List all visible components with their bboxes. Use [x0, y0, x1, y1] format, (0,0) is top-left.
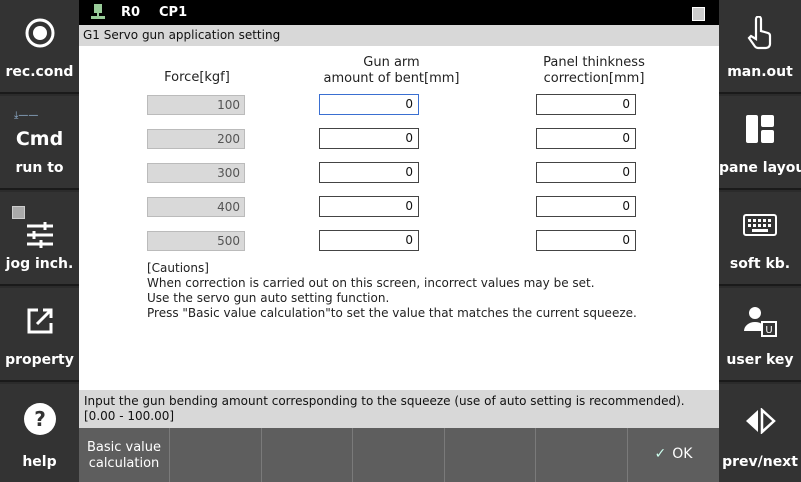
prev-next-label: prev/next: [722, 454, 798, 470]
panel-input-3[interactable]: 0: [536, 162, 636, 183]
keyboard-icon: [719, 208, 801, 242]
property-button[interactable]: property: [0, 288, 79, 382]
panel-header-line2: correction[mm]: [543, 71, 645, 86]
force-value-200: 200: [147, 129, 245, 149]
main-panel: R0 CP1 G1 Servo gun application setting …: [79, 0, 719, 482]
run-to-label: run to: [15, 160, 64, 176]
program-name: CP1: [159, 5, 188, 20]
cautions-heading: [Cautions]: [147, 261, 209, 275]
function-key-bar: Basic value calculation ✓ OK: [79, 428, 719, 482]
help-circle-icon: ?: [0, 402, 79, 436]
gun-arm-header-line2: amount of bent[mm]: [323, 71, 460, 86]
panel-input-5[interactable]: 0: [536, 230, 636, 251]
cautions-line: Use the servo gun auto setting function.: [147, 291, 390, 305]
gun-arm-header: Gun arm amount of bent[mm]: [309, 55, 474, 87]
help-label: help: [22, 454, 57, 470]
rec-cond-label: rec.cond: [5, 64, 74, 80]
function-key-3[interactable]: [262, 428, 353, 482]
bent-input-5[interactable]: 0: [319, 230, 419, 251]
function-key-4[interactable]: [353, 428, 445, 482]
force-value-300: 300: [147, 163, 245, 183]
panel-header-line1: Panel thinkness: [543, 55, 645, 70]
user-key-label: user key: [726, 352, 794, 368]
cmd-arrow-icon: ⤓——: [14, 110, 39, 121]
message-range: [0.00 - 100.00]: [84, 409, 175, 423]
jog-inch-button[interactable]: jog inch.: [0, 192, 79, 286]
sliders-icon: [0, 218, 79, 252]
panel-input-4[interactable]: 0: [536, 196, 636, 217]
record-circle-icon: [0, 16, 79, 50]
bent-input-2[interactable]: 0: [319, 128, 419, 149]
jog-inch-label: jog inch.: [5, 256, 74, 272]
basic-value-label-line1: Basic value: [86, 440, 162, 455]
man-out-button[interactable]: man.out: [719, 0, 801, 94]
screen-title-bar: G1 Servo gun application setting: [79, 25, 719, 46]
bent-input-4[interactable]: 0: [319, 196, 419, 217]
pane-layout-icon: [719, 112, 801, 146]
pane-layout-button[interactable]: pane layout: [719, 96, 801, 190]
panel-input-2[interactable]: 0: [536, 128, 636, 149]
cautions-line: When correction is carried out on this s…: [147, 276, 595, 290]
user-key-icon: U: [719, 304, 801, 338]
screen-title: G1 Servo gun application setting: [83, 28, 281, 42]
cautions-line: Press "Basic value calculation"to set th…: [147, 306, 637, 320]
force-value-500: 500: [147, 231, 245, 251]
external-edit-icon: [0, 304, 79, 338]
function-key-6[interactable]: [536, 428, 628, 482]
property-label: property: [5, 352, 74, 368]
soft-keyboard-label: soft kb.: [729, 256, 791, 272]
help-button[interactable]: ? help: [0, 384, 79, 482]
ok-button[interactable]: ✓ OK: [628, 428, 719, 482]
prev-next-button[interactable]: prev/next: [719, 384, 801, 482]
man-out-label: man.out: [727, 64, 793, 80]
function-key-2[interactable]: [170, 428, 262, 482]
hand-pointer-icon: [719, 16, 801, 50]
message-text: Input the gun bending amount correspondi…: [84, 394, 685, 408]
bent-input-3[interactable]: 0: [319, 162, 419, 183]
check-icon: ✓: [654, 446, 667, 462]
soft-keyboard-button[interactable]: soft kb.: [719, 192, 801, 286]
force-value-400: 400: [147, 197, 245, 217]
pane-layout-label: pane layout: [719, 160, 801, 176]
force-header: Force[kgf]: [164, 70, 230, 85]
robot-icon: [91, 4, 105, 20]
basic-value-calculation-button[interactable]: Basic value calculation: [79, 428, 170, 482]
left-sidebar: rec.cond ⤓—— Cmd run to jog inch. proper…: [0, 0, 79, 482]
svg-text:?: ?: [34, 407, 46, 431]
user-key-button[interactable]: U user key: [719, 288, 801, 382]
robot-number: R0: [121, 5, 141, 20]
basic-value-label-line2: calculation: [88, 456, 160, 471]
right-sidebar: man.out pane layout soft kb. U user key …: [719, 0, 801, 482]
cmd-label: Cmd: [15, 128, 64, 150]
rec-cond-button[interactable]: rec.cond: [0, 0, 79, 94]
gun-arm-header-line1: Gun arm: [363, 55, 420, 70]
svg-text:U: U: [765, 325, 772, 336]
panel-header: Panel thinkness correction[mm]: [519, 55, 669, 87]
panel-input-1[interactable]: 0: [536, 94, 636, 115]
prev-next-icon: [719, 404, 801, 438]
status-bar: R0 CP1: [79, 0, 719, 25]
force-value-100: 100: [147, 95, 245, 115]
ok-label: OK: [672, 446, 693, 462]
run-to-button[interactable]: ⤓—— Cmd run to: [0, 96, 79, 190]
function-key-5[interactable]: [445, 428, 536, 482]
message-bar: Input the gun bending amount correspondi…: [79, 390, 719, 428]
battery-icon: [692, 7, 705, 21]
bent-input-1[interactable]: 0: [319, 94, 419, 115]
cautions-text: [Cautions] When correction is carried ou…: [147, 261, 637, 321]
